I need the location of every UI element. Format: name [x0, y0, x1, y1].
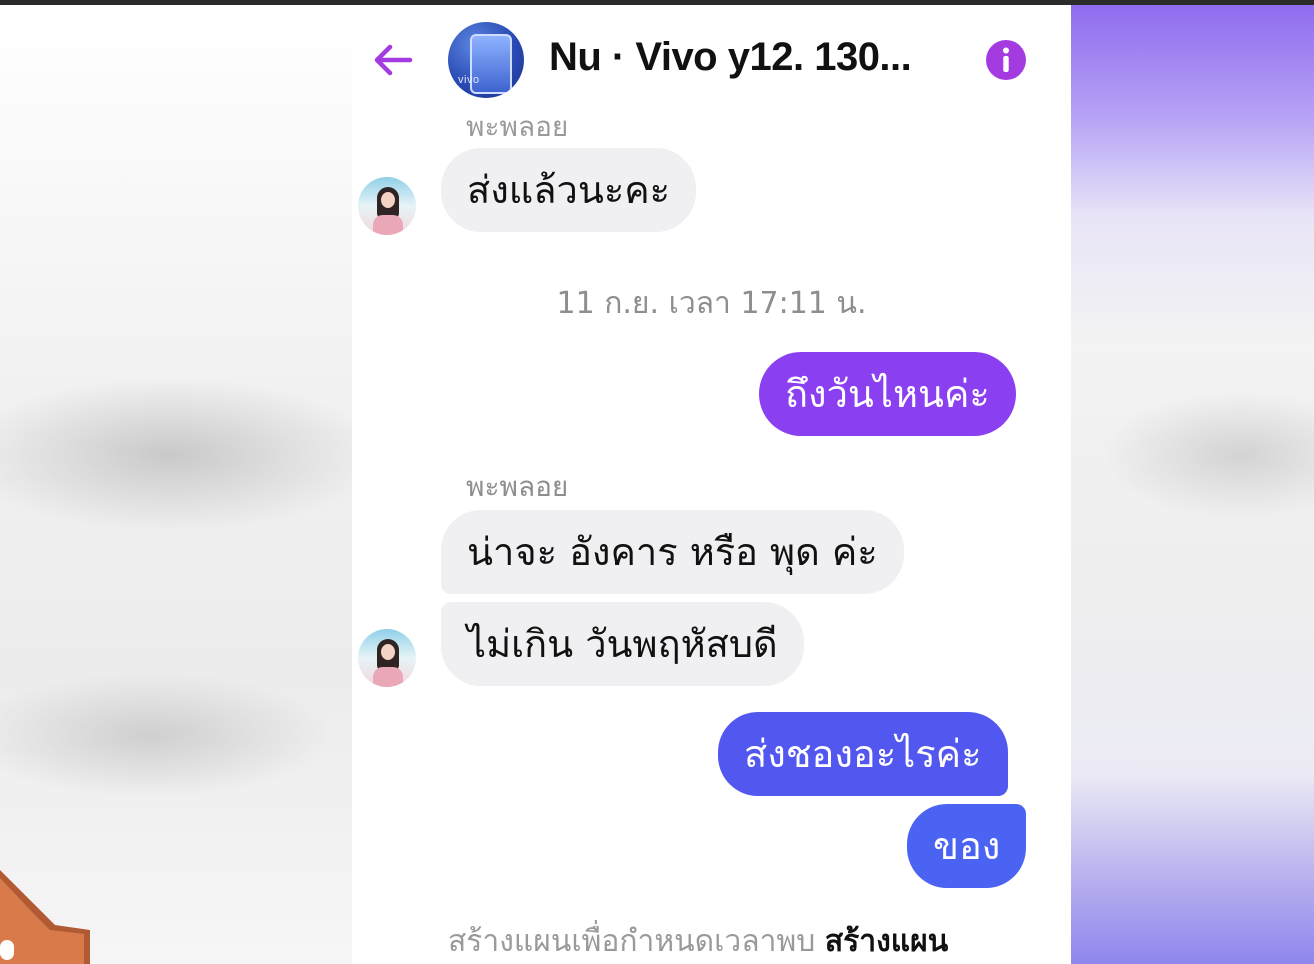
message-bubble-outgoing[interactable]: ส่งชองอะไรค่ะ	[718, 712, 1008, 796]
message-bubble-incoming[interactable]: ส่งแล้วนะคะ	[441, 148, 697, 232]
contact-name[interactable]: Nu · Vivo y12. 130...	[549, 35, 949, 80]
message-bubble-outgoing[interactable]: ถึงวันไหนค่ะ	[759, 352, 1016, 436]
sender-name-clipped: พะพลอย	[466, 110, 569, 143]
sender-name: พะพลอย	[466, 470, 569, 503]
background-right-panel	[1071, 5, 1314, 964]
messenger-chat-screen: vivo Nu · Vivo y12. 130... พะพลอย ส่งแล้…	[352, 5, 1071, 964]
create-plan-link[interactable]: สร้างแผน	[825, 924, 948, 959]
back-arrow-icon[interactable]	[370, 37, 416, 83]
message-bubble-outgoing[interactable]: ของ	[907, 804, 1027, 888]
plan-banner-text: สร้างแผนเพื่อกำหนดเวลาพบ	[448, 924, 816, 959]
contact-avatar[interactable]: vivo	[448, 22, 524, 98]
sender-avatar[interactable]	[358, 629, 416, 687]
plan-banner: สร้างแผนเพื่อกำหนดเวลาพบ สร้างแผน	[448, 918, 948, 964]
avatar-logo-text: vivo	[458, 74, 480, 86]
info-icon[interactable]	[985, 39, 1027, 81]
background-left-panel	[0, 5, 352, 964]
sender-avatar[interactable]	[358, 177, 416, 235]
message-timestamp: 11 ก.ย. เวลา 17:11 น.	[556, 286, 867, 321]
message-bubble-incoming[interactable]: ไม่เกิน วันพฤหัสบดี	[441, 602, 804, 686]
message-bubble-incoming[interactable]: น่าจะ อังคาร หรือ พุด ค่ะ	[441, 510, 904, 594]
corner-decoration	[0, 870, 90, 964]
